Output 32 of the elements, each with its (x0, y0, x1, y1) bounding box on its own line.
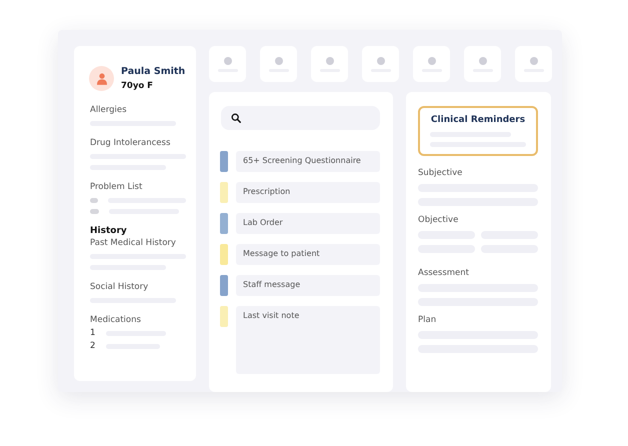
list-number: 2 (90, 341, 96, 351)
section-label: Plan (418, 315, 438, 325)
section-label: Social History (90, 282, 150, 292)
section-label: Medications (90, 315, 142, 325)
tile[interactable] (464, 46, 501, 82)
section-heading: History (90, 226, 128, 236)
section-label: Past Medical History (90, 238, 177, 248)
tile[interactable] (362, 46, 399, 82)
tile[interactable] (209, 46, 246, 82)
order-item[interactable]: Staff message (236, 275, 380, 296)
tile[interactable] (413, 46, 450, 82)
order-item[interactable]: Lab Order (236, 213, 380, 234)
order-item[interactable]: 65+ Screening Questionnaire (236, 151, 380, 172)
section-label: Objective (418, 215, 460, 225)
tile[interactable] (515, 46, 552, 82)
patient-name: Paula Smith (121, 66, 186, 77)
person-icon (96, 72, 106, 84)
section-label: Allergies (90, 105, 128, 115)
list-number: 1 (90, 328, 96, 338)
note-field[interactable]: Last visit note (236, 306, 380, 374)
order-item[interactable]: Prescription (236, 182, 380, 203)
section-label: Assessment (418, 268, 470, 278)
section-label: Drug Intolerancess (90, 138, 172, 148)
patient-details: 70yo F (121, 81, 154, 91)
section-label: Subjective (418, 168, 464, 178)
tile[interactable] (260, 46, 297, 82)
section-label: Problem List (90, 182, 144, 192)
search-field[interactable] (221, 106, 380, 130)
tile[interactable] (311, 46, 348, 82)
reminders-title: Clinical Reminders (430, 115, 526, 125)
order-item[interactable]: Message to patient (236, 244, 380, 265)
search-icon (231, 113, 241, 123)
